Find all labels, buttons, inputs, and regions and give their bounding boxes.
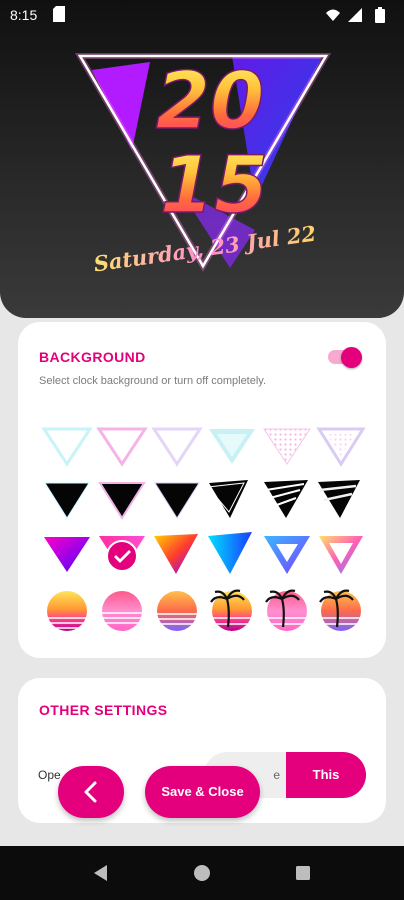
bg-option-sun-palm-1[interactable] <box>210 589 252 631</box>
year-bottom: 15 <box>160 141 269 231</box>
year-top: 20 <box>156 57 265 147</box>
bg-option-gradient-4[interactable] <box>208 532 252 574</box>
signal-icon <box>348 8 362 22</box>
back-button[interactable] <box>58 766 124 818</box>
bg-option-black-5[interactable] <box>264 480 308 518</box>
chevron-left-icon <box>84 781 97 803</box>
bg-option-gradient-1[interactable] <box>44 537 90 572</box>
back-nav-icon[interactable] <box>91 863 111 883</box>
clock-preview: 8:15 20 15 Saturday, 23 Jul 22 <box>0 0 404 318</box>
bg-option-sun-palm-2[interactable] <box>265 589 307 631</box>
bg-option-sun-3[interactable] <box>157 591 197 631</box>
bg-option-black-1[interactable] <box>44 482 90 519</box>
bg-option-black-2[interactable] <box>98 482 146 520</box>
background-options-grid <box>41 427 366 631</box>
bg-option-sun-palm-3[interactable] <box>319 589 361 631</box>
status-bar: 8:15 <box>0 0 404 30</box>
recents-nav-icon[interactable] <box>293 863 313 883</box>
bg-option-outline-cyan[interactable] <box>41 427 93 467</box>
segment-option-this[interactable]: This <box>286 752 366 798</box>
bg-option-sun-2[interactable] <box>102 591 142 631</box>
bg-option-outline-lavender[interactable] <box>151 427 203 467</box>
bg-option-dotted-pink[interactable] <box>263 428 311 465</box>
purple-shard <box>92 62 150 150</box>
bg-option-gradient-3[interactable] <box>154 534 198 574</box>
system-nav-bar <box>0 846 404 900</box>
status-icons <box>326 7 385 23</box>
home-nav-icon[interactable] <box>192 863 212 883</box>
wifi-icon <box>326 9 340 21</box>
save-close-button[interactable]: Save & Close <box>145 766 260 818</box>
bg-option-striped-cyan[interactable] <box>209 429 255 464</box>
battery-icon <box>375 7 385 23</box>
background-card: BACKGROUND Select clock background or tu… <box>18 322 386 658</box>
clock-face: 20 15 Saturday, 23 Jul 22 <box>74 53 332 276</box>
sd-card-icon <box>53 6 65 22</box>
bg-option-dotted-lavender[interactable] <box>316 427 366 467</box>
selected-check-badge <box>106 540 138 572</box>
bg-option-black-3[interactable] <box>154 482 200 519</box>
bg-option-outline-pink[interactable] <box>96 427 148 467</box>
bg-option-black-4[interactable] <box>207 480 248 518</box>
bg-option-gradient-6[interactable] <box>319 536 363 574</box>
other-settings-title: OTHER SETTINGS <box>39 702 168 718</box>
bg-option-gradient-5[interactable] <box>264 536 310 574</box>
bg-option-gradient-2[interactable] <box>99 536 145 572</box>
bg-option-sun-1[interactable] <box>47 591 87 631</box>
status-time: 8:15 <box>10 7 38 23</box>
bg-option-black-6[interactable] <box>318 480 360 518</box>
setting-row-label: Ope <box>38 768 61 782</box>
